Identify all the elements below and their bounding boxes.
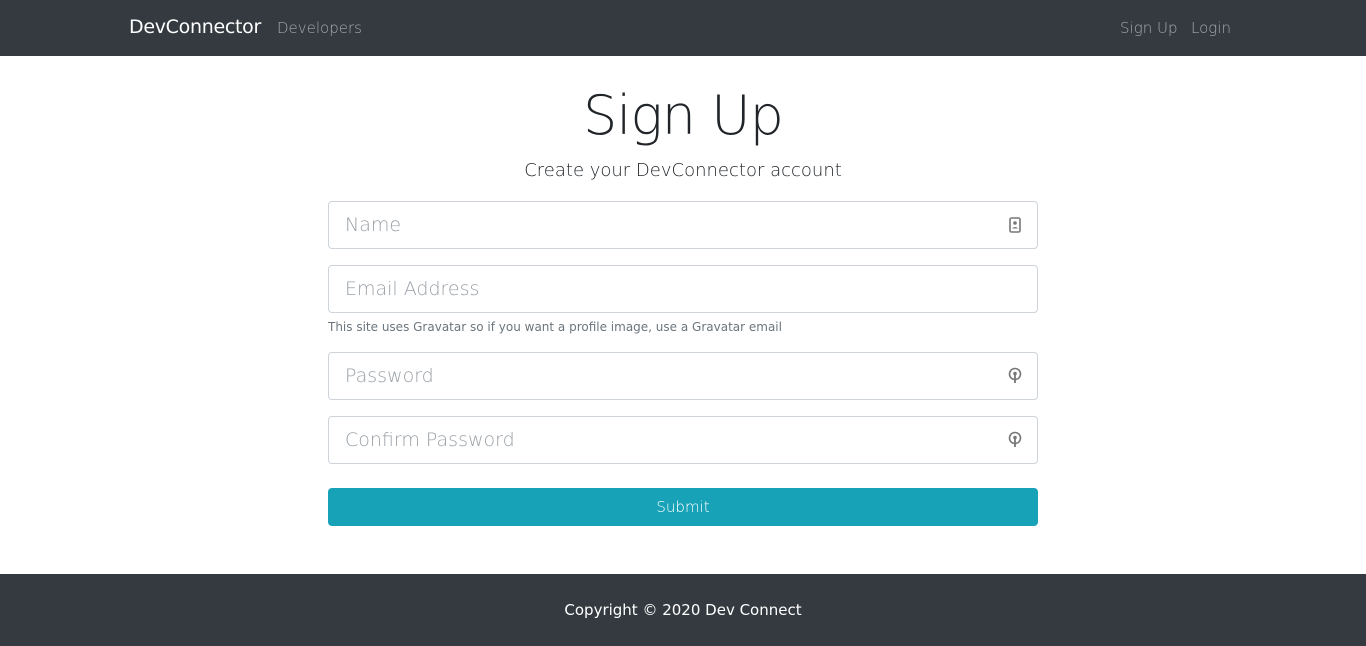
submit-button[interactable]: Submit [328,488,1038,526]
password-input[interactable] [328,352,1038,400]
page-title: Sign Up [583,84,784,147]
copyright-text: Copyright © 2020 Dev Connect [564,601,802,619]
gravatar-help-text: This site uses Gravatar so if you want a… [328,320,782,334]
nav-link-developers[interactable]: Developers [277,19,362,37]
confirm-password-input[interactable] [328,416,1038,464]
contact-card-icon [1006,215,1024,235]
key-icon[interactable] [1006,366,1024,386]
password-form-group [328,352,1038,400]
footer: Copyright © 2020 Dev Connect [0,574,1366,646]
navbar: DevConnector Developers Sign Up Login [0,0,1366,56]
page-lead: Create your DevConnector account [524,160,842,181]
email-form-group [328,265,1038,313]
key-icon[interactable] [1006,430,1024,450]
nav-link-login[interactable]: Login [1191,19,1231,37]
name-form-group [328,201,1038,249]
email-input[interactable] [328,265,1038,313]
name-input[interactable] [328,201,1038,249]
brand-link[interactable]: DevConnector [129,16,261,38]
nav-link-sign-up[interactable]: Sign Up [1120,19,1177,37]
confirm-password-form-group [328,416,1038,464]
